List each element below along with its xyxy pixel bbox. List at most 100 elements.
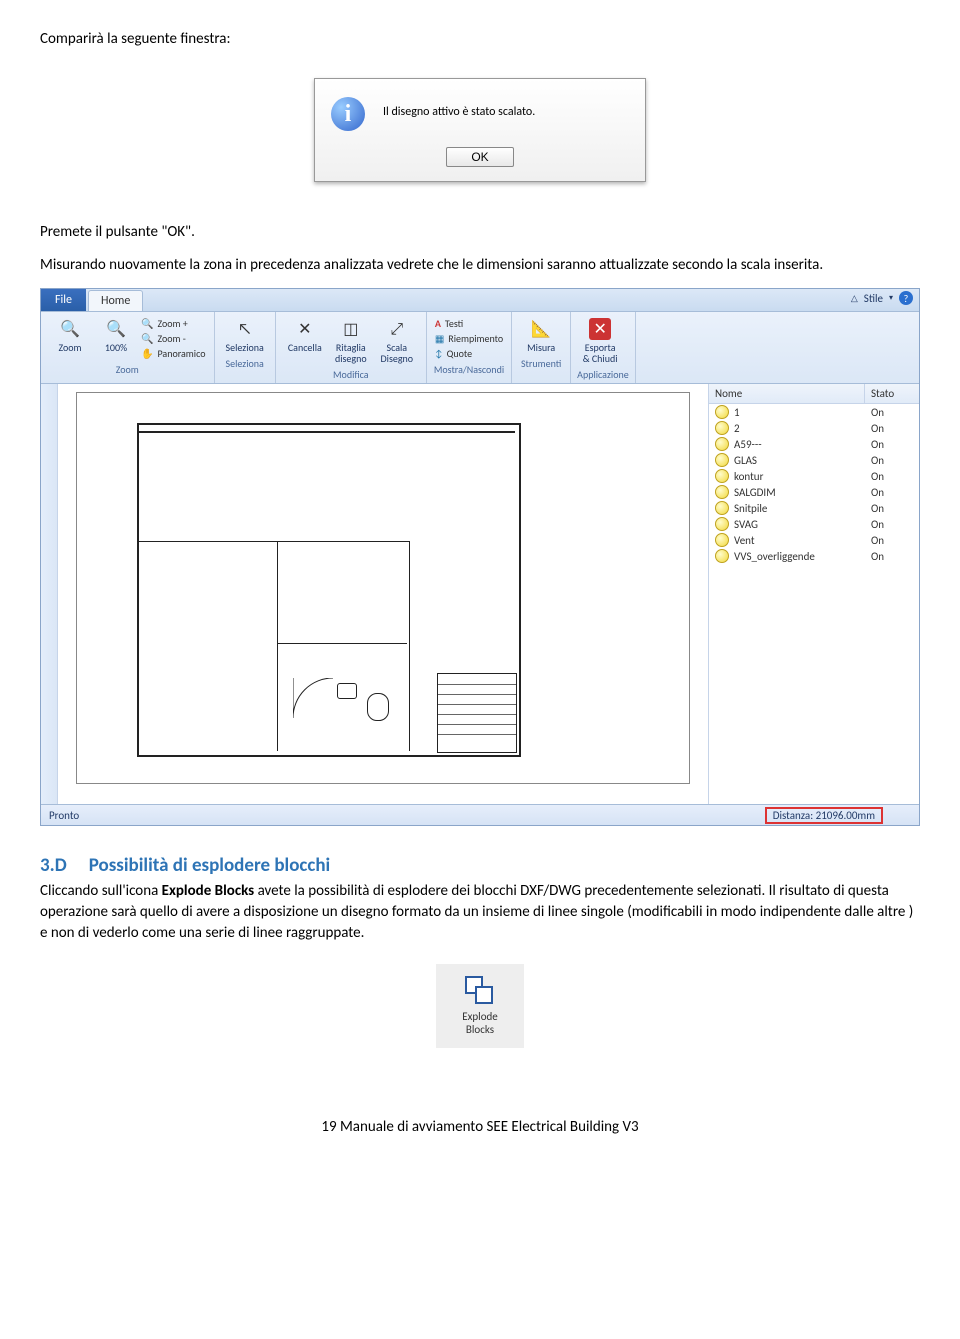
layers-panel: Nome Stato 1On2OnA59---OnGLASOnkonturOnS…	[708, 384, 919, 804]
layer-state: On	[871, 422, 913, 435]
layer-name: SVAG	[734, 518, 871, 531]
file-tab[interactable]: File	[41, 289, 86, 311]
measure-button[interactable]: 📐 Misura	[519, 316, 563, 355]
layer-name: 2	[734, 422, 871, 435]
paragraph-measure: Misurando nuovamente la zona in preceden…	[40, 255, 920, 276]
help-icon[interactable]: ?	[899, 291, 913, 305]
layer-row[interactable]: 2On	[709, 420, 919, 436]
bulb-icon	[715, 437, 729, 451]
layer-row[interactable]: A59---On	[709, 436, 919, 452]
wc-icon	[367, 693, 389, 721]
paragraph-explode: Cliccando sull'icona Explode Blocks avet…	[40, 881, 920, 944]
status-distance: Distanza: 21096.00mm	[765, 807, 883, 824]
layer-state: On	[871, 438, 913, 451]
ribbon-group-applicazione: ✕ Esporta & Chiudi Applicazione	[571, 312, 636, 383]
quotes-button[interactable]: ↕Quote	[433, 346, 505, 361]
heading-title: Possibilità di esplodere blocchi	[89, 854, 331, 877]
fill-button[interactable]: ▦Riempimento	[433, 331, 505, 346]
zoom-plus-button[interactable]: 🔍Zoom +	[139, 316, 208, 331]
canvas	[76, 392, 690, 784]
menu-bar: File Home △ Stile ▾ ?	[41, 289, 919, 312]
pan-button[interactable]: ✋Panoramico	[139, 346, 208, 361]
zoom100-icon: 🔍	[105, 318, 127, 340]
scale-icon: ⤢	[386, 318, 408, 340]
layer-name: SALGDIM	[734, 486, 871, 499]
ribbon-group-strumenti: 📐 Misura Strumenti	[512, 312, 571, 383]
zoom-100-button[interactable]: 🔍 100%	[94, 316, 138, 361]
app-window: File Home △ Stile ▾ ? 🔍 Zoom 🔍 100% 🔍	[40, 288, 920, 826]
ribbon-group-mostra: ATesti ▦Riempimento ↕Quote Mostra/Nascon…	[427, 312, 512, 383]
canvas-area[interactable]	[58, 384, 708, 804]
crop-button[interactable]: ◫ Ritaglia disegno	[329, 316, 373, 366]
layer-name: kontur	[734, 470, 871, 483]
section-heading: 3.D Possibilità di esplodere blocchi	[40, 854, 920, 877]
layer-row[interactable]: konturOn	[709, 468, 919, 484]
ribbon-group-modifica: ✕ Cancella ◫ Ritaglia disegno ⤢ Scala Di…	[276, 312, 427, 383]
layer-name: Vent	[734, 534, 871, 547]
layer-name: Snitpile	[734, 502, 871, 515]
bulb-icon	[715, 501, 729, 515]
layer-row[interactable]: 1On	[709, 404, 919, 420]
stile-label[interactable]: Stile	[864, 292, 883, 305]
layer-state: On	[871, 406, 913, 419]
texts-button[interactable]: ATesti	[433, 316, 505, 331]
layer-name: VVS_overliggende	[734, 550, 871, 563]
zoom-button[interactable]: 🔍 Zoom	[48, 316, 92, 361]
paragraph-press-ok: Premete il pulsante "OK".	[40, 222, 920, 243]
col-header-nome[interactable]: Nome	[709, 384, 865, 403]
intro-text: Comparirà la seguente finestra:	[40, 30, 920, 48]
layer-name: A59---	[734, 438, 871, 451]
select-button[interactable]: ↖ Seleziona	[222, 316, 268, 355]
ok-button[interactable]: OK	[446, 147, 513, 167]
ribbon-group-zoom: 🔍 Zoom 🔍 100% 🔍Zoom + 🔍Zoom - ✋Panoramic…	[41, 312, 215, 383]
status-bar: Pronto Distanza: 21096.00mm	[41, 804, 919, 825]
layer-row[interactable]: SnitpileOn	[709, 500, 919, 516]
measure-icon: 📐	[530, 318, 552, 340]
layer-row[interactable]: SVAGOn	[709, 516, 919, 532]
layer-row[interactable]: VentOn	[709, 532, 919, 548]
export-close-button[interactable]: ✕ Esporta & Chiudi	[578, 316, 622, 366]
sink-icon	[337, 683, 357, 699]
layer-row[interactable]: SALGDIMOn	[709, 484, 919, 500]
chevron-down-icon[interactable]: ▾	[889, 293, 893, 303]
dialog-box: i Il disegno attivo è stato scalato. OK	[314, 78, 646, 182]
workspace: Nome Stato 1On2OnA59---OnGLASOnkonturOnS…	[41, 384, 919, 804]
layer-state: On	[871, 454, 913, 467]
bulb-icon	[715, 453, 729, 467]
scale-button[interactable]: ⤢ Scala Disegno	[375, 316, 419, 366]
bulb-icon	[715, 405, 729, 419]
ribbon: 🔍 Zoom 🔍 100% 🔍Zoom + 🔍Zoom - ✋Panoramic…	[41, 312, 919, 384]
ribbon-group-seleziona: ↖ Seleziona Seleziona	[215, 312, 276, 383]
bulb-icon	[715, 421, 729, 435]
export-icon: ✕	[589, 318, 611, 340]
cursor-icon: ↖	[234, 318, 256, 340]
page-footer: 19 Manuale di avviamento SEE Electrical …	[40, 1118, 920, 1136]
heading-number: 3.D	[40, 854, 67, 877]
zoom-minus-button[interactable]: 🔍Zoom -	[139, 331, 208, 346]
explode-blocks-icon	[465, 976, 495, 1004]
layer-state: On	[871, 470, 913, 483]
bulb-icon	[715, 469, 729, 483]
door-arc	[293, 678, 333, 718]
delete-button[interactable]: ✕ Cancella	[283, 316, 327, 366]
crop-icon: ◫	[340, 318, 362, 340]
bulb-icon	[715, 533, 729, 547]
col-header-stato[interactable]: Stato	[865, 384, 919, 403]
bulb-icon	[715, 549, 729, 563]
layer-row[interactable]: VVS_overliggendeOn	[709, 548, 919, 564]
left-bar	[41, 384, 58, 804]
layer-name: GLAS	[734, 454, 871, 467]
dialog-message: Il disegno attivo è stato scalato.	[383, 105, 535, 119]
collapse-icon[interactable]: △	[851, 293, 858, 304]
layer-state: On	[871, 518, 913, 531]
layer-list: 1On2OnA59---OnGLASOnkonturOnSALGDIMOnSni…	[709, 404, 919, 564]
layer-row[interactable]: GLASOn	[709, 452, 919, 468]
delete-icon: ✕	[294, 318, 316, 340]
explode-blocks-button[interactable]: Explode Blocks	[436, 964, 524, 1048]
bulb-icon	[715, 485, 729, 499]
ribbon-group-title: Zoom	[47, 363, 208, 376]
layer-state: On	[871, 534, 913, 547]
layer-name: 1	[734, 406, 871, 419]
bulb-icon	[715, 517, 729, 531]
home-tab[interactable]: Home	[88, 290, 143, 311]
